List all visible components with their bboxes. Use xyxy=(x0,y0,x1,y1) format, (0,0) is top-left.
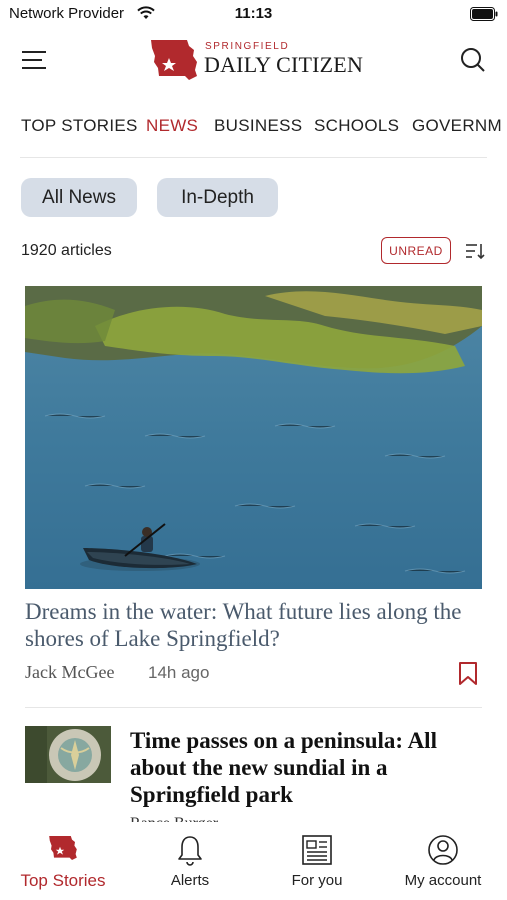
bell-icon xyxy=(178,836,202,866)
tab-label: Alerts xyxy=(170,872,210,889)
newspaper-icon xyxy=(302,835,332,865)
article-hero-image[interactable] xyxy=(25,286,482,589)
tab-label: My account xyxy=(404,872,482,889)
section-nav: TOP STORIES NEWS BUSINESS SCHOOLS GOVERN… xyxy=(0,104,507,148)
search-icon xyxy=(461,48,485,72)
tab-top-stories[interactable]: Top Stories xyxy=(0,822,126,900)
sort-icon[interactable] xyxy=(464,241,486,261)
hamburger-icon xyxy=(22,51,46,69)
article-author: Jack McGee xyxy=(25,662,115,682)
bookmark-icon[interactable] xyxy=(458,661,478,687)
tab-label: For you xyxy=(291,872,343,889)
article-headline[interactable]: Dreams in the water: What future lies al… xyxy=(25,598,485,652)
section-tab-news[interactable]: NEWS xyxy=(146,116,198,136)
logo-city-text: SPRINGFIELD xyxy=(205,41,290,52)
state-logo-icon xyxy=(49,836,77,860)
tab-for-you[interactable]: For you xyxy=(254,822,380,900)
unread-filter-button[interactable]: UNREAD xyxy=(381,237,451,264)
clock: 11:13 xyxy=(234,5,273,22)
article-headline[interactable]: Time passes on a peninsula: All about th… xyxy=(130,727,490,808)
kayak-lake-photo xyxy=(25,286,482,589)
search-button[interactable] xyxy=(459,46,487,74)
article-thumbnail[interactable] xyxy=(25,726,111,783)
divider xyxy=(25,707,482,708)
logo-title-text: DAILY CITIZEN xyxy=(204,52,364,77)
article-count: 1920 articles xyxy=(21,242,112,259)
bottom-tab-bar: Top Stories Alerts For you My account xyxy=(0,822,507,900)
tab-alerts[interactable]: Alerts xyxy=(127,822,253,900)
status-bar: Network Provider 11:13 xyxy=(0,0,507,30)
section-tab-government[interactable]: GOVERNM xyxy=(412,116,502,136)
section-tab-business[interactable]: BUSINESS xyxy=(214,116,302,136)
missouri-state-icon xyxy=(151,40,197,80)
app-header: SPRINGFIELD DAILY CITIZEN xyxy=(0,30,507,92)
article-timestamp: 14h ago xyxy=(148,663,210,682)
masthead-logo[interactable]: SPRINGFIELD DAILY CITIZEN xyxy=(149,36,369,84)
divider xyxy=(20,157,487,158)
filter-all-news[interactable]: All News xyxy=(21,178,137,217)
tab-label: Top Stories xyxy=(20,871,106,890)
account-icon xyxy=(428,835,458,865)
battery-icon xyxy=(470,7,498,21)
tab-my-account[interactable]: My account xyxy=(380,822,506,900)
section-tab-top-stories[interactable]: TOP STORIES xyxy=(21,116,138,136)
section-tab-schools[interactable]: SCHOOLS xyxy=(314,116,399,136)
filter-in-depth[interactable]: In-Depth xyxy=(157,178,278,217)
sundial-photo xyxy=(25,726,111,783)
menu-button[interactable] xyxy=(20,48,48,72)
